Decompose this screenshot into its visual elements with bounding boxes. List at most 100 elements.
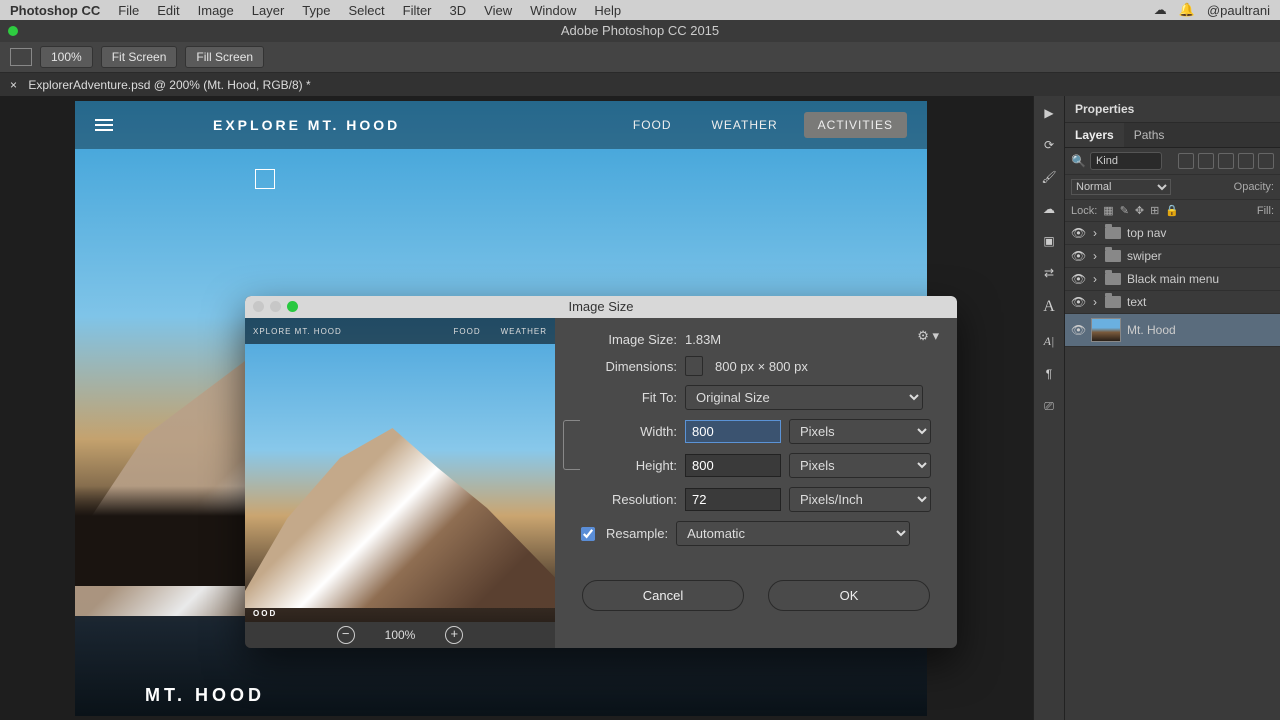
fill-screen-button[interactable]: Fill Screen [185, 46, 264, 68]
menu-edit[interactable]: Edit [157, 3, 179, 18]
dialog-title: Image Size [568, 299, 633, 314]
dialog-close-icon[interactable] [253, 301, 264, 312]
design-title: EXPLORE MT. HOOD [213, 117, 400, 133]
layer-name: text [1127, 295, 1146, 309]
visibility-icon[interactable]: 👁 [1071, 295, 1085, 309]
device-preview-icon[interactable]: ⎚ [1044, 399, 1054, 414]
menubar-bell-icon[interactable]: 🔔 [1179, 2, 1195, 18]
hamburger-icon [95, 116, 113, 134]
menubar-cloud-icon[interactable]: ☁ [1154, 2, 1167, 18]
layer-row[interactable]: 👁 › text [1065, 291, 1280, 314]
filter-type-icon[interactable] [1218, 153, 1234, 169]
menu-select[interactable]: Select [348, 3, 384, 18]
image-size-dialog: Image Size XPLORE MT. HOOD FOOD WEATHER … [245, 296, 957, 648]
visibility-icon[interactable]: 👁 [1071, 249, 1085, 263]
visibility-icon[interactable]: 👁 [1071, 272, 1085, 286]
dialog-min-icon[interactable] [270, 301, 281, 312]
expand-icon[interactable]: › [1091, 226, 1099, 240]
menu-image[interactable]: Image [198, 3, 234, 18]
visibility-icon[interactable]: 👁 [1071, 226, 1085, 240]
menu-window[interactable]: Window [530, 3, 576, 18]
height-input[interactable] [685, 454, 781, 477]
libraries-icon[interactable]: ☁ [1043, 202, 1055, 216]
menu-3d[interactable]: 3D [450, 3, 467, 18]
filter-shape-icon[interactable] [1238, 153, 1254, 169]
dialog-form: ⚙ ▾ Image Size: 1.83M Dimensions: 800 px… [555, 318, 957, 648]
image-size-label: Image Size: [577, 332, 677, 347]
expand-icon[interactable]: › [1091, 295, 1099, 309]
properties-panel-header[interactable]: Properties [1065, 96, 1280, 123]
resolution-input[interactable] [685, 488, 781, 511]
gear-icon[interactable]: ⚙ ▾ [917, 328, 939, 344]
width-unit-select[interactable]: Pixels [789, 419, 931, 444]
visibility-icon[interactable]: 👁 [1071, 323, 1085, 337]
lock-artboard-icon[interactable]: ⊞ [1150, 204, 1159, 217]
ok-button[interactable]: OK [768, 580, 930, 611]
resample-select[interactable]: Automatic [676, 521, 910, 546]
artboard-icon[interactable]: ▣ [1043, 234, 1054, 248]
nav-activities: ACTIVITIES [804, 112, 907, 138]
brush-icon[interactable]: 🖌 [1041, 170, 1056, 184]
document-tab[interactable]: ExplorerAdventure.psd @ 200% (Mt. Hood, … [28, 78, 310, 92]
layer-row[interactable]: 👁› Black main menu [1065, 268, 1280, 291]
image-size-value: 1.83M [685, 332, 721, 347]
filter-pixel-icon[interactable] [1178, 153, 1194, 169]
type-icon[interactable]: A [1043, 298, 1055, 316]
layer-kind-filter[interactable] [1090, 152, 1162, 170]
filter-smart-icon[interactable] [1258, 153, 1274, 169]
dialog-max-icon[interactable] [287, 301, 298, 312]
fit-to-select[interactable]: Original Size [685, 385, 923, 410]
layer-row[interactable]: 👁 Mt. Hood [1065, 314, 1280, 347]
canvas-area[interactable]: EXPLORE MT. HOOD FOOD WEATHER ACTIVITIES… [0, 96, 1033, 720]
expand-icon[interactable]: › [1091, 249, 1099, 263]
menu-file[interactable]: File [118, 3, 139, 18]
lock-pixels-icon[interactable]: ✎ [1120, 204, 1129, 217]
nav-weather: WEATHER [698, 112, 792, 138]
glyphs-icon[interactable]: A| [1044, 334, 1055, 349]
play-icon[interactable]: ▶ [1044, 106, 1053, 120]
expand-icon[interactable]: › [1091, 272, 1099, 286]
resolution-unit-select[interactable]: Pixels/Inch [789, 487, 931, 512]
height-unit-select[interactable]: Pixels [789, 453, 931, 478]
menu-view[interactable]: View [484, 3, 512, 18]
close-tab-icon[interactable]: × [10, 73, 17, 97]
tab-paths[interactable]: Paths [1124, 123, 1175, 147]
paragraph-icon[interactable]: ¶ [1046, 367, 1052, 381]
zoom-in-icon[interactable]: + [445, 626, 463, 644]
right-panels: Properties Layers Paths 🔍 Normal Opacity… [1064, 96, 1280, 720]
app-name: Photoshop CC [10, 3, 100, 18]
menubar-user[interactable]: @paultrani [1207, 3, 1270, 18]
folder-icon [1105, 273, 1121, 285]
lock-position-icon[interactable]: ✥ [1135, 204, 1144, 217]
zoom-out-icon[interactable]: − [337, 626, 355, 644]
fill-label: Fill: [1257, 205, 1274, 217]
dialog-titlebar[interactable]: Image Size [245, 296, 957, 318]
dimensions-unit-dropdown[interactable] [685, 356, 703, 376]
cancel-button[interactable]: Cancel [582, 580, 744, 611]
history-icon[interactable]: ⟳ [1044, 138, 1054, 152]
dimensions-label: Dimensions: [577, 359, 677, 374]
blend-mode-select[interactable]: Normal [1071, 179, 1171, 195]
menu-filter[interactable]: Filter [403, 3, 432, 18]
app-title: Adobe Photoshop CC 2015 [561, 23, 719, 38]
menu-help[interactable]: Help [594, 3, 621, 18]
tool-icon [10, 48, 32, 66]
traffic-light-green[interactable] [8, 26, 18, 36]
lock-all-icon[interactable]: 🔒 [1165, 204, 1179, 217]
os-menubar: Photoshop CC File Edit Image Layer Type … [0, 0, 1280, 20]
layer-row[interactable]: 👁› top nav [1065, 222, 1280, 245]
resample-checkbox[interactable] [581, 527, 595, 541]
filter-adjust-icon[interactable] [1198, 153, 1214, 169]
lock-transparency-icon[interactable]: ▦ [1103, 204, 1113, 217]
zoom-level[interactable]: 100% [40, 46, 93, 68]
swap-icon[interactable]: ⇄ [1044, 266, 1054, 280]
constrain-link-icon[interactable] [563, 420, 580, 470]
nav-food: FOOD [619, 112, 686, 138]
menu-type[interactable]: Type [302, 3, 330, 18]
fit-screen-button[interactable]: Fit Screen [101, 46, 178, 68]
width-input[interactable] [685, 420, 781, 443]
tab-layers[interactable]: Layers [1065, 123, 1124, 147]
menu-layer[interactable]: Layer [252, 3, 285, 18]
options-bar: 100% Fit Screen Fill Screen [0, 42, 1280, 73]
layer-row[interactable]: 👁› swiper [1065, 245, 1280, 268]
